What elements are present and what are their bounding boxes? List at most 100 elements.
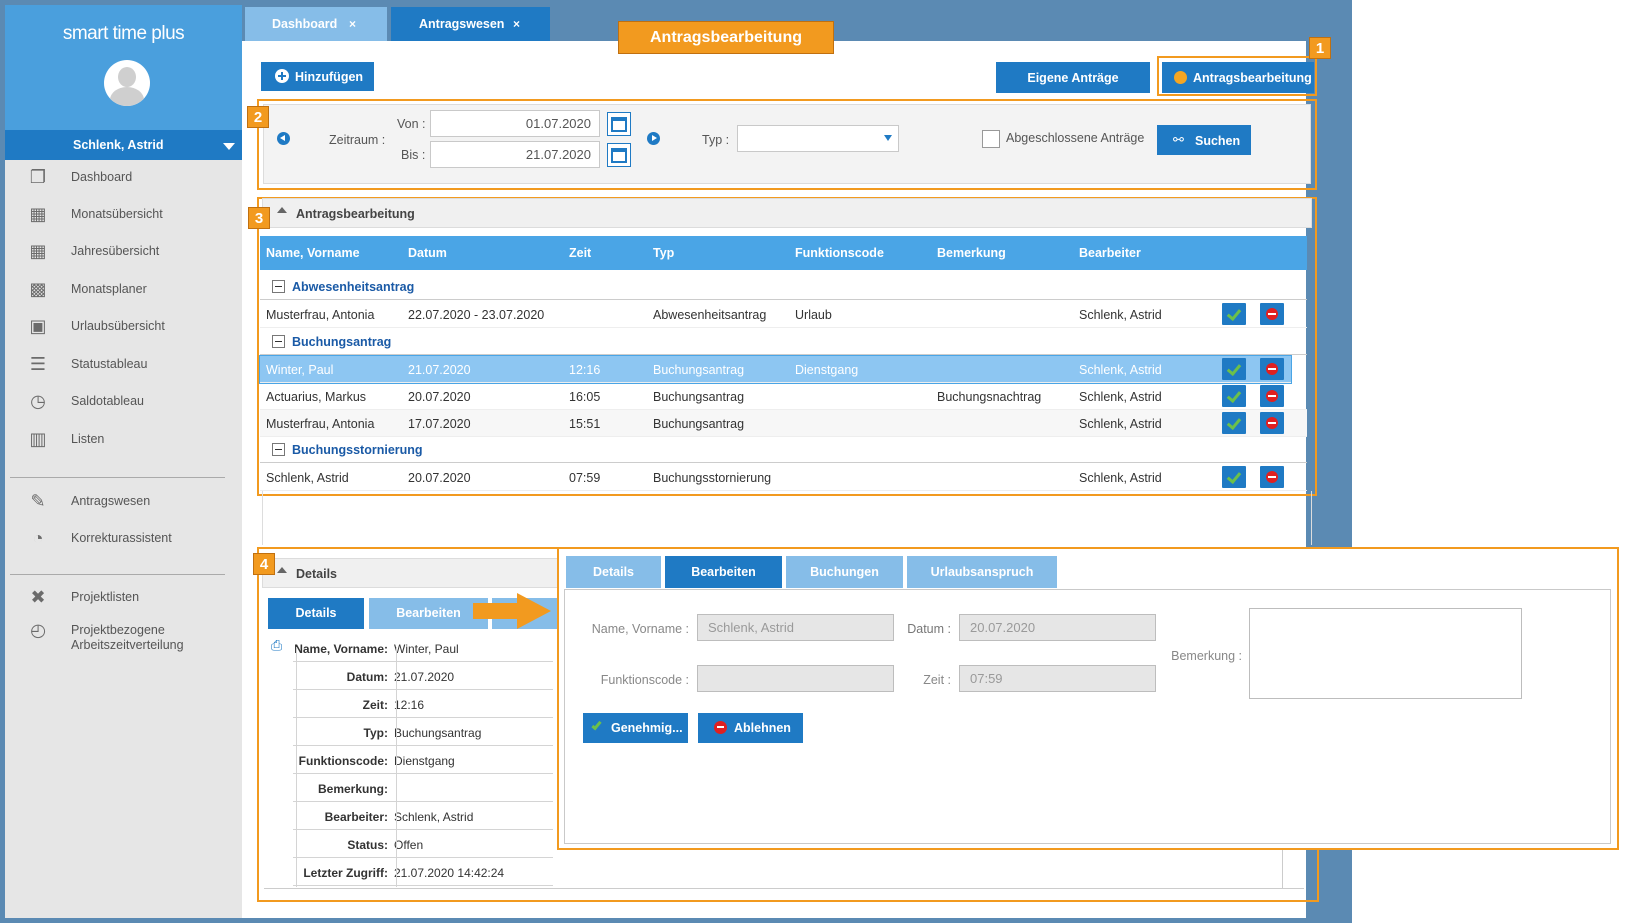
reject-icon xyxy=(714,721,727,734)
sidebar-item-korrekturassistent[interactable]: ◔ Korrekturassistent xyxy=(5,525,242,555)
overlay-tab-details[interactable]: Details xyxy=(566,556,661,588)
col-header-datum[interactable]: Datum xyxy=(408,246,447,260)
reject-icon[interactable] xyxy=(1260,303,1284,325)
sidebar-item-dashboard[interactable]: ❐ Dashboard xyxy=(5,164,242,194)
search-button[interactable]: ⚯ Suchen xyxy=(1157,125,1251,155)
name-field[interactable]: Schlenk, Astrid xyxy=(697,614,894,641)
own-requests-label: Eigene Anträge xyxy=(1027,71,1119,85)
zeit-field[interactable]: 07:59 xyxy=(959,665,1156,692)
group-label: Buchungsstornierung xyxy=(292,443,423,457)
reject-button[interactable]: Ablehnen xyxy=(698,713,803,743)
approve-check-icon[interactable] xyxy=(1222,303,1246,325)
table-row[interactable]: Actuarius, Markus 20.07.2020 16:05 Buchu… xyxy=(260,383,1307,410)
overlay-tab-buchungen[interactable]: Buchungen xyxy=(786,556,903,588)
collapse-minus-icon[interactable] xyxy=(272,335,285,348)
sidebar-item-monatsuebersicht[interactable]: ▦ Monatsübersicht xyxy=(5,201,242,231)
close-icon[interactable]: × xyxy=(513,17,520,31)
reject-icon[interactable] xyxy=(1260,412,1284,434)
col-header-funktionscode[interactable]: Funktionscode xyxy=(795,246,884,260)
cell-name: Musterfrau, Antonia xyxy=(266,308,375,322)
sidebar-item-listen[interactable]: ▥ Listen xyxy=(5,426,242,456)
details-tab-bearbeiten[interactable]: Bearbeiten xyxy=(369,598,488,629)
marker-2: 2 xyxy=(247,106,269,128)
details-tab-details[interactable]: Details xyxy=(268,598,364,629)
col-header-name[interactable]: Name, Vorname xyxy=(266,246,360,260)
group-row-abwesenheitsantrag[interactable]: Abwesenheitsantrag xyxy=(260,274,1307,300)
reject-icon[interactable] xyxy=(1260,466,1284,488)
calendar-icon[interactable] xyxy=(607,112,631,136)
table-row[interactable]: Musterfrau, Antonia 22.07.2020 - 23.07.2… xyxy=(260,301,1307,328)
approve-button[interactable]: Genehmig... xyxy=(583,713,688,743)
von-label: Von : xyxy=(397,117,426,131)
cell-bearbeiter: Schlenk, Astrid xyxy=(1079,471,1162,485)
sidebar-item-jahresuebersicht[interactable]: ▦ Jahresübersicht xyxy=(5,238,242,268)
cell-funktionscode: Urlaub xyxy=(795,308,832,322)
add-button-label: Hinzufügen xyxy=(295,70,364,84)
tab-dashboard[interactable]: Dashboard × xyxy=(245,7,387,41)
typ-select[interactable] xyxy=(737,125,899,152)
table-row[interactable]: Schlenk, Astrid 20.07.2020 07:59 Buchung… xyxy=(260,464,1307,491)
dashboard-icon: ❐ xyxy=(29,167,47,187)
sidebar-item-label: Antragswesen xyxy=(71,494,151,508)
cell-typ: Buchungsantrag xyxy=(653,417,745,431)
overlay-tab-bearbeiten[interactable]: Bearbeiten xyxy=(665,556,782,588)
status-dot-icon xyxy=(1174,71,1187,84)
funktionscode-label: Funktionscode : xyxy=(600,673,689,687)
approve-check-icon[interactable] xyxy=(1222,466,1246,488)
col-header-bemerkung[interactable]: Bemerkung xyxy=(937,246,1006,260)
avatar[interactable] xyxy=(104,60,150,106)
von-date-input[interactable]: 01.07.2020 xyxy=(430,110,600,137)
search-icon: ⚯ xyxy=(1173,132,1184,147)
sidebar-item-statustableau[interactable]: ☰ Statustableau xyxy=(5,351,242,381)
user-menu[interactable]: Schlenk, Astrid xyxy=(5,130,242,160)
cell-bearbeiter: Schlenk, Astrid xyxy=(1079,363,1162,377)
calendar-icon[interactable] xyxy=(607,143,631,167)
sidebar-item-urlaubsuebersicht[interactable]: ▣ Urlaubsübersicht xyxy=(5,313,242,343)
grid-header: Name, Vorname Datum Zeit Typ Funktionsco… xyxy=(260,236,1307,270)
processing-button[interactable]: Antragsbearbeitung xyxy=(1162,62,1314,93)
cell-name: Musterfrau, Antonia xyxy=(266,417,375,431)
table-row[interactable]: Musterfrau, Antonia 17.07.2020 15:51 Buc… xyxy=(260,410,1307,437)
cell-datum: 20.07.2020 xyxy=(408,471,471,485)
closed-requests-checkbox[interactable] xyxy=(982,130,1000,148)
tab-antragswesen[interactable]: Antragswesen × xyxy=(391,7,550,41)
funktionscode-field[interactable] xyxy=(697,665,894,692)
group-row-buchungsantrag[interactable]: Buchungsantrag xyxy=(260,329,1307,355)
approve-check-icon[interactable] xyxy=(1222,412,1246,434)
detail-key: Letzter Zugriff: xyxy=(303,866,388,880)
approve-check-icon[interactable] xyxy=(1222,385,1246,407)
next-period-icon[interactable] xyxy=(647,132,660,145)
print-icon[interactable]: ⎙ xyxy=(271,637,282,654)
collapse-up-icon[interactable] xyxy=(277,207,287,213)
table-row-selected[interactable]: Winter, Paul 21.07.2020 12:16 Buchungsan… xyxy=(259,355,1292,384)
col-header-zeit[interactable]: Zeit xyxy=(569,246,591,260)
sidebar-item-projektlisten[interactable]: ✖ Projektlisten xyxy=(5,584,242,614)
bemerkung-textarea[interactable] xyxy=(1249,608,1522,699)
cell-zeit: 12:16 xyxy=(569,363,601,377)
cell-typ: Abwesenheitsantrag xyxy=(653,308,767,322)
bis-date-input[interactable]: 21.07.2020 xyxy=(430,141,600,168)
sidebar-divider xyxy=(10,574,225,575)
datum-field[interactable]: 20.07.2020 xyxy=(959,614,1156,641)
collapse-up-icon[interactable] xyxy=(277,567,287,573)
sidebar-item-projektbezogene[interactable]: ◴ Projektbezogene Arbeitszeitverteilung xyxy=(5,617,242,653)
own-requests-button[interactable]: Eigene Anträge xyxy=(996,62,1150,93)
approve-check-icon[interactable] xyxy=(1222,358,1246,380)
col-header-bearbeiter[interactable]: Bearbeiter xyxy=(1079,246,1141,260)
collapse-minus-icon[interactable] xyxy=(272,280,285,293)
grid-section-header[interactable]: Antragsbearbeitung xyxy=(262,198,1312,228)
reject-icon[interactable] xyxy=(1260,358,1284,380)
sidebar-item-antragswesen[interactable]: ✎ Antragswesen xyxy=(5,488,242,518)
sidebar-item-monatsplaner[interactable]: ▩ Monatsplaner xyxy=(5,276,242,306)
prev-period-icon[interactable] xyxy=(277,132,290,145)
reject-icon[interactable] xyxy=(1260,385,1284,407)
close-icon[interactable]: × xyxy=(349,17,356,31)
add-button[interactable]: Hinzufügen xyxy=(261,62,374,91)
detail-value: 21.07.2020 14:42:24 xyxy=(394,866,505,880)
sidebar-item-saldotableau[interactable]: ◷ Saldotableau xyxy=(5,388,242,418)
collapse-minus-icon[interactable] xyxy=(272,443,285,456)
details-section-header[interactable]: Details xyxy=(262,558,562,588)
group-row-buchungsstornierung[interactable]: Buchungsstornierung xyxy=(260,437,1307,463)
overlay-tab-urlaubsanspruch[interactable]: Urlaubsanspruch xyxy=(907,556,1057,588)
col-header-typ[interactable]: Typ xyxy=(653,246,674,260)
